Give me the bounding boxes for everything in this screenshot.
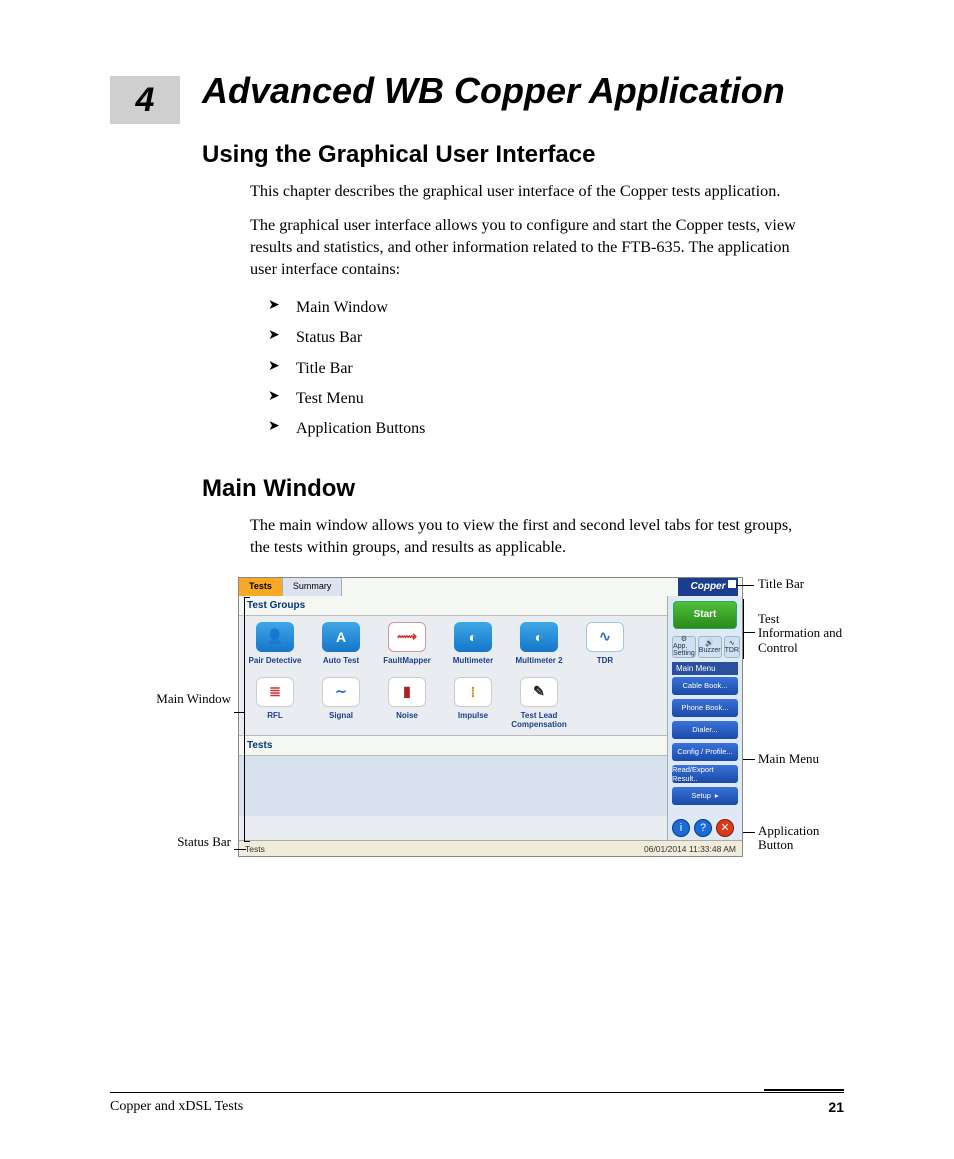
footer-page-number: 21: [828, 1099, 844, 1115]
help-icon[interactable]: ?: [694, 819, 712, 837]
callout-line: [743, 632, 755, 633]
feature-list: Main Window Status Bar Title Bar Test Me…: [268, 293, 844, 445]
tab-tests[interactable]: Tests: [239, 578, 283, 596]
tdr-icon: ∿: [586, 622, 624, 652]
multimeter2-icon: ◐: [520, 622, 558, 652]
chapter-title: Advanced WB Copper Application: [202, 70, 844, 111]
chevron-right-icon: ▸: [715, 791, 719, 800]
tests-header: Tests: [239, 735, 667, 756]
application-buttons-row: i ? ✕: [668, 816, 742, 840]
callout-line: [736, 585, 754, 586]
status-datetime: 06/01/2014 11:33:48 AM: [644, 844, 736, 854]
section-title-gui: Using the Graphical User Interface: [202, 141, 844, 169]
menu-phone-book[interactable]: Phone Book...: [672, 699, 738, 717]
callout-line: [743, 759, 755, 760]
main-window-pane: Test Groups 👤Pair Detective AAuto Test ⟿…: [239, 596, 667, 840]
app-setting-button[interactable]: ⚙App. Setting: [672, 636, 696, 658]
callout-line: [244, 841, 250, 842]
tdr-mini-button[interactable]: ∿TDR: [724, 636, 740, 658]
impulse-icon: ⁞: [454, 677, 492, 707]
tab-summary[interactable]: Summary: [283, 578, 343, 596]
status-left: Tests: [245, 844, 265, 854]
close-icon[interactable]: ✕: [716, 819, 734, 837]
figure-wrapper: Tests Summary Copper Test Groups 👤Pair D…: [238, 577, 844, 857]
rfl-icon: ≣: [256, 677, 294, 707]
menu-read-export[interactable]: Read/Export Result..: [672, 765, 738, 783]
noise-icon: ▮: [388, 677, 426, 707]
test-lead-comp[interactable]: ✎Test Lead Compensation: [509, 677, 569, 729]
para-intro: This chapter describes the graphical use…: [250, 181, 800, 203]
chapter-number-box: 4: [110, 76, 180, 124]
test-impulse[interactable]: ⁞Impulse: [443, 677, 503, 729]
list-item: Title Bar: [268, 354, 844, 384]
callout-status-bar: Status Bar: [146, 835, 231, 850]
chapter-number: 4: [136, 81, 155, 120]
test-noise[interactable]: ▮Noise: [377, 677, 437, 729]
expand-icon[interactable]: [728, 580, 736, 588]
callout-app-button: Application Button: [758, 824, 844, 854]
start-button[interactable]: Start: [673, 601, 737, 629]
test-tdr[interactable]: ∿TDR: [575, 622, 635, 665]
callout-main-window: Main Window: [146, 692, 231, 707]
auto-test-icon: A: [322, 622, 360, 652]
side-panel: Start ⚙App. Setting 🔊Buzzer ∿TDR Main Me…: [667, 596, 742, 840]
para-desc: The graphical user interface allows you …: [250, 215, 800, 281]
tests-empty-area: [239, 756, 667, 816]
tab-bar: Tests Summary Copper: [239, 578, 742, 596]
callout-title-bar: Title Bar: [758, 577, 804, 592]
section-title-mainwin: Main Window: [202, 475, 844, 503]
callout-line: [234, 849, 246, 850]
lead-comp-icon: ✎: [520, 677, 558, 707]
signal-icon: ∼: [322, 677, 360, 707]
list-item: Main Window: [268, 293, 844, 323]
status-bar: Tests 06/01/2014 11:33:48 AM: [239, 840, 742, 857]
callout-line: [743, 832, 755, 833]
callout-main-menu: Main Menu: [758, 752, 819, 767]
callout-line: [234, 712, 244, 713]
multimeter-icon: ◐: [454, 622, 492, 652]
chapter-header: 4 Advanced WB Copper Application: [110, 70, 844, 111]
menu-setup[interactable]: Setup▸: [672, 787, 738, 805]
callout-test-info: Test Information and Control: [758, 612, 844, 657]
buzzer-button[interactable]: 🔊Buzzer: [698, 636, 722, 658]
test-multimeter2[interactable]: ◐Multimeter 2: [509, 622, 569, 665]
test-group-row-2: ≣RFL ∼Signal ▮Noise ⁞Impulse ✎Test Lead …: [239, 671, 667, 735]
list-item: Application Buttons: [268, 414, 844, 444]
menu-cable-book[interactable]: Cable Book...: [672, 677, 738, 695]
app-screenshot: Tests Summary Copper Test Groups 👤Pair D…: [238, 577, 743, 857]
control-icons-row: ⚙App. Setting 🔊Buzzer ∿TDR: [668, 634, 742, 660]
callout-line: [244, 597, 245, 841]
pair-detective-icon: 👤: [256, 622, 294, 652]
title-bar-label: Copper: [691, 581, 726, 592]
test-groups-title: Test Groups: [239, 596, 667, 616]
page-footer: Copper and xDSL Tests 21: [110, 1092, 844, 1115]
menu-dialer[interactable]: Dialer...: [672, 721, 738, 739]
test-signal[interactable]: ∼Signal: [311, 677, 371, 729]
test-group-row-1: 👤Pair Detective AAuto Test ⟿FaultMapper …: [239, 616, 667, 671]
main-menu-header: Main Menu: [672, 662, 738, 675]
test-pair-detective[interactable]: 👤Pair Detective: [245, 622, 305, 665]
menu-config-profile[interactable]: Config / Profile...: [672, 743, 738, 761]
callout-line: [244, 597, 250, 598]
info-icon[interactable]: i: [672, 819, 690, 837]
footer-rule: [764, 1089, 844, 1091]
para-mainwin: The main window allows you to view the f…: [250, 515, 800, 559]
faultmapper-icon: ⟿: [388, 622, 426, 652]
test-multimeter[interactable]: ◐Multimeter: [443, 622, 503, 665]
list-item: Test Menu: [268, 384, 844, 414]
test-rfl[interactable]: ≣RFL: [245, 677, 305, 729]
footer-book-title: Copper and xDSL Tests: [110, 1099, 243, 1115]
test-faultmapper[interactable]: ⟿FaultMapper: [377, 622, 437, 665]
title-bar: Copper: [678, 578, 738, 596]
callout-line: [743, 599, 744, 659]
list-item: Status Bar: [268, 323, 844, 353]
test-auto-test[interactable]: AAuto Test: [311, 622, 371, 665]
